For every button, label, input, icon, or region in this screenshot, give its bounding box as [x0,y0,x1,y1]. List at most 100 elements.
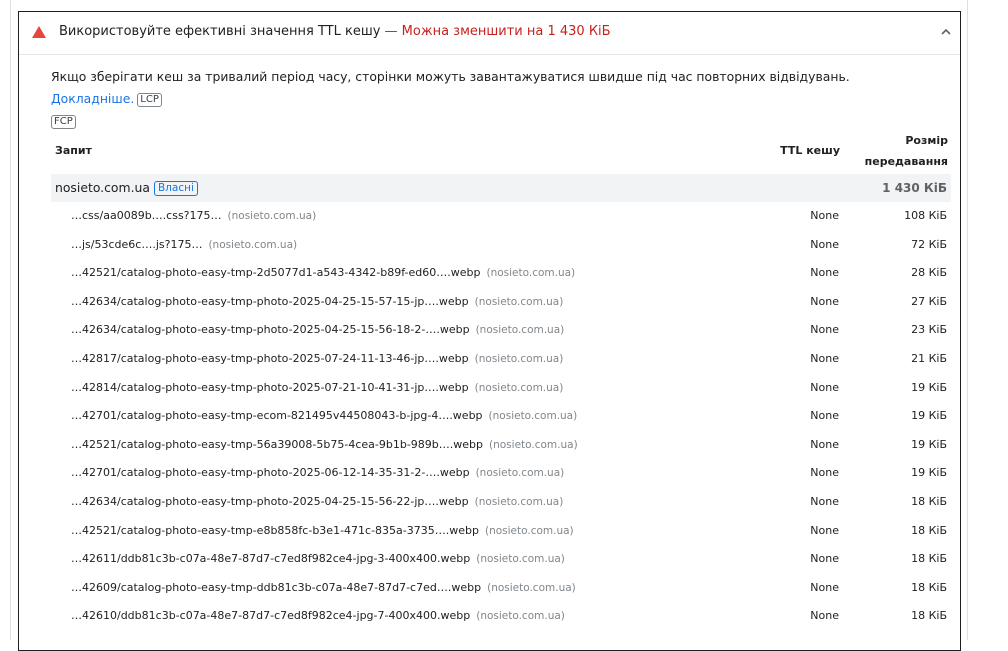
chevron-up-icon[interactable] [940,27,952,37]
request-url-cell: …42634/catalog-photo-easy-tmp-photo-2025… [71,295,563,308]
transfer-size-cell: 19 КіБ [911,466,947,480]
transfer-size-cell: 108 КіБ [904,209,947,222]
table-row: …42611/ddb81c3b-c07a-48e7-87d7-c7ed8f982… [51,545,951,574]
request-origin: (nosieto.com.ua) [488,410,578,423]
request-url-cell: …42817/catalog-photo-easy-tmp-photo-2025… [71,352,563,365]
table-row: …42701/catalog-photo-easy-tmp-ecom-82149… [51,402,951,431]
table-rows: …css/aa0089b….css?175… (nosieto.com.ua) No… [51,202,951,631]
request-url[interactable]: …42521/catalog-photo-easy-tmp-56a39008-5… [71,438,483,451]
entity-total-size: 1 430 КіБ [882,181,947,195]
transfer-size-cell: 23 КіБ [911,323,947,337]
request-url-cell: …42609/catalog-photo-easy-tmp-ddb81c3b-c… [71,581,576,594]
request-url[interactable]: …42634/catalog-photo-easy-tmp-photo-2025… [71,323,470,336]
table-row: …42634/catalog-photo-easy-tmp-photo-2025… [51,316,951,345]
cache-ttl-cell: None [810,580,839,594]
table-row: …css/aa0089b….css?175… (nosieto.com.ua) No… [51,202,951,231]
cache-ttl-cell: None [810,380,839,394]
cache-ttl-cell: None [810,209,839,222]
request-origin: (nosieto.com.ua) [475,324,565,337]
metric-badge-lcp: LCP [137,93,162,107]
transfer-size-cell: 21 КіБ [911,351,947,365]
request-url-cell: …42521/catalog-photo-easy-tmp-e8b858fc-b… [71,524,574,537]
first-party-badge: Власні [153,181,198,196]
table-row: …42814/catalog-photo-easy-tmp-photo-2025… [51,374,951,403]
cache-ttl-cell: None [810,294,839,308]
audit-header[interactable]: Використовуйте ефективні значення TTL ке… [19,12,960,55]
request-origin: (nosieto.com.ua) [489,438,578,451]
table-row: …42521/catalog-photo-easy-tmp-2d5077d1-a… [51,259,951,288]
request-url-cell: …js/53cde6c….js?175… (nosieto.com.ua) [71,238,297,251]
header-ttl: TTL кешу [780,144,840,157]
request-url-cell: …css/aa0089b….css?175… (nosieto.com.ua) [71,209,316,222]
request-url-cell: …42634/catalog-photo-easy-tmp-photo-2025… [71,323,564,336]
learn-more-link[interactable]: Докладніше. [51,91,134,106]
request-origin: (nosieto.com.ua) [476,553,565,566]
transfer-size-cell: 18 КіБ [911,523,947,537]
request-origin: (nosieto.com.ua) [476,610,565,623]
table-row: …42609/catalog-photo-easy-tmp-ddb81c3b-c… [51,574,951,603]
cache-ttl-cell: None [810,237,839,251]
request-url-cell: …42701/catalog-photo-easy-tmp-photo-2025… [71,466,564,479]
transfer-size-cell: 18 КіБ [911,552,947,566]
audit-title: Використовуйте ефективні значення TTL ке… [59,24,611,39]
description-text: Якщо зберігати кеш за тривалий період ча… [51,69,850,84]
cache-ttl-cell: None [810,494,839,508]
request-url[interactable]: …42701/catalog-photo-easy-tmp-ecom-82149… [71,409,483,422]
table-row: …42521/catalog-photo-easy-tmp-e8b858fc-b… [51,517,951,546]
header-size-line1: Розмір [905,134,948,147]
transfer-size-cell: 18 КіБ [911,609,947,623]
table-row: …42634/catalog-photo-easy-tmp-photo-2025… [51,288,951,317]
request-url-cell: …42634/catalog-photo-easy-tmp-photo-2025… [71,495,563,508]
request-url[interactable]: …42701/catalog-photo-easy-tmp-photo-2025… [71,466,470,479]
request-url[interactable]: …42610/ddb81c3b-c07a-48e7-87d7-c7ed8f982… [71,609,470,622]
request-url[interactable]: …42521/catalog-photo-easy-tmp-e8b858fc-b… [71,524,479,537]
table-header-row: Запит TTL кешу Розмір передавання [51,126,951,174]
entity-name: nosieto.com.ua [55,180,150,195]
cache-ttl-cell: None [810,552,839,566]
audit-savings: — Можна зменшити на 1 430 КіБ [380,24,611,39]
entity-group-row: nosieto.com.ua Власні 1 430 КіБ [51,174,951,202]
request-origin: (nosieto.com.ua) [474,352,564,365]
cache-ttl-cell: None [810,351,839,365]
transfer-size-cell: 72 КіБ [911,237,947,251]
request-url-cell: …42814/catalog-photo-easy-tmp-photo-2025… [71,381,563,394]
request-url-cell: …42521/catalog-photo-easy-tmp-2d5077d1-a… [71,266,575,279]
table-row: …42521/catalog-photo-easy-tmp-56a39008-5… [51,431,951,460]
header-url: Запит [55,144,92,157]
request-url[interactable]: …42611/ddb81c3b-c07a-48e7-87d7-c7ed8f982… [71,552,470,565]
cache-ttl-cell: None [810,523,839,537]
fail-triangle-icon [32,26,46,38]
audit-description: Якщо зберігати кеш за тривалий період ча… [51,66,931,132]
table-row: …42817/catalog-photo-easy-tmp-photo-2025… [51,345,951,374]
cache-ttl-cell: None [810,266,839,280]
cache-ttl-cell: None [810,409,839,423]
table-row: …js/53cde6c….js?175… (nosieto.com.ua) None… [51,231,951,260]
request-url[interactable]: …42814/catalog-photo-easy-tmp-photo-2025… [71,381,469,394]
cache-table: Запит TTL кешу Розмір передавання nosieto… [51,126,951,631]
request-origin: (nosieto.com.ua) [474,381,564,394]
request-url[interactable]: …42634/catalog-photo-easy-tmp-photo-2025… [71,495,469,508]
header-transfer-size: Розмір передавання [865,130,948,172]
transfer-size-cell: 19 КіБ [911,409,947,423]
transfer-size-cell: 18 КіБ [911,580,947,594]
request-origin: (nosieto.com.ua) [475,467,565,480]
request-url[interactable]: …42609/catalog-photo-easy-tmp-ddb81c3b-c… [71,581,481,594]
transfer-size-cell: 19 КіБ [911,437,947,451]
request-url[interactable]: …css/aa0089b….css?175… [71,209,222,222]
cache-ttl-cell: None [810,437,839,451]
entity-group-name: nosieto.com.ua Власні [55,180,198,196]
request-url[interactable]: …42634/catalog-photo-easy-tmp-photo-2025… [71,295,469,308]
request-origin: (nosieto.com.ua) [227,210,317,222]
request-url[interactable]: …42817/catalog-photo-easy-tmp-photo-2025… [71,352,469,365]
transfer-size-cell: 18 КіБ [911,494,947,508]
request-origin: (nosieto.com.ua) [474,495,564,508]
cache-ttl-cell: None [810,609,839,623]
audit-panel: Використовуйте ефективні значення TTL ке… [18,11,961,651]
audit-title-text: Використовуйте ефективні значення TTL ке… [59,24,381,39]
request-origin: (nosieto.com.ua) [487,581,576,594]
cache-ttl-cell: None [810,466,839,480]
request-url[interactable]: …42521/catalog-photo-easy-tmp-2d5077d1-a… [71,266,480,279]
request-url[interactable]: …js/53cde6c….js?175… [71,238,202,251]
table-row: …42634/catalog-photo-easy-tmp-photo-2025… [51,488,951,517]
transfer-size-cell: 19 КіБ [911,380,947,394]
